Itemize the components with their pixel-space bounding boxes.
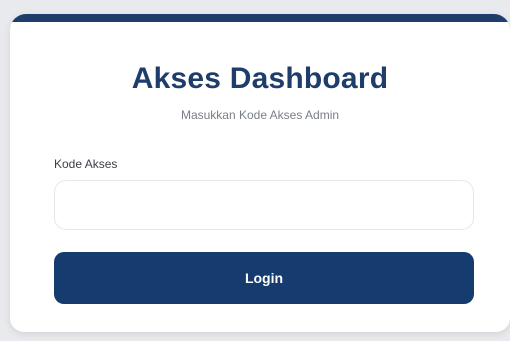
access-code-input[interactable] — [54, 180, 474, 230]
card-accent-bar — [10, 14, 510, 22]
login-button[interactable]: Login — [54, 252, 474, 304]
login-card: Akses Dashboard Masukkan Kode Akses Admi… — [10, 14, 510, 332]
page-title: Akses Dashboard — [131, 62, 389, 95]
page-subtitle: Masukkan Kode Akses Admin — [180, 108, 340, 122]
access-code-label: Kode Akses — [54, 157, 118, 171]
page-background: Akses Dashboard Masukkan Kode Akses Admi… — [0, 0, 510, 341]
